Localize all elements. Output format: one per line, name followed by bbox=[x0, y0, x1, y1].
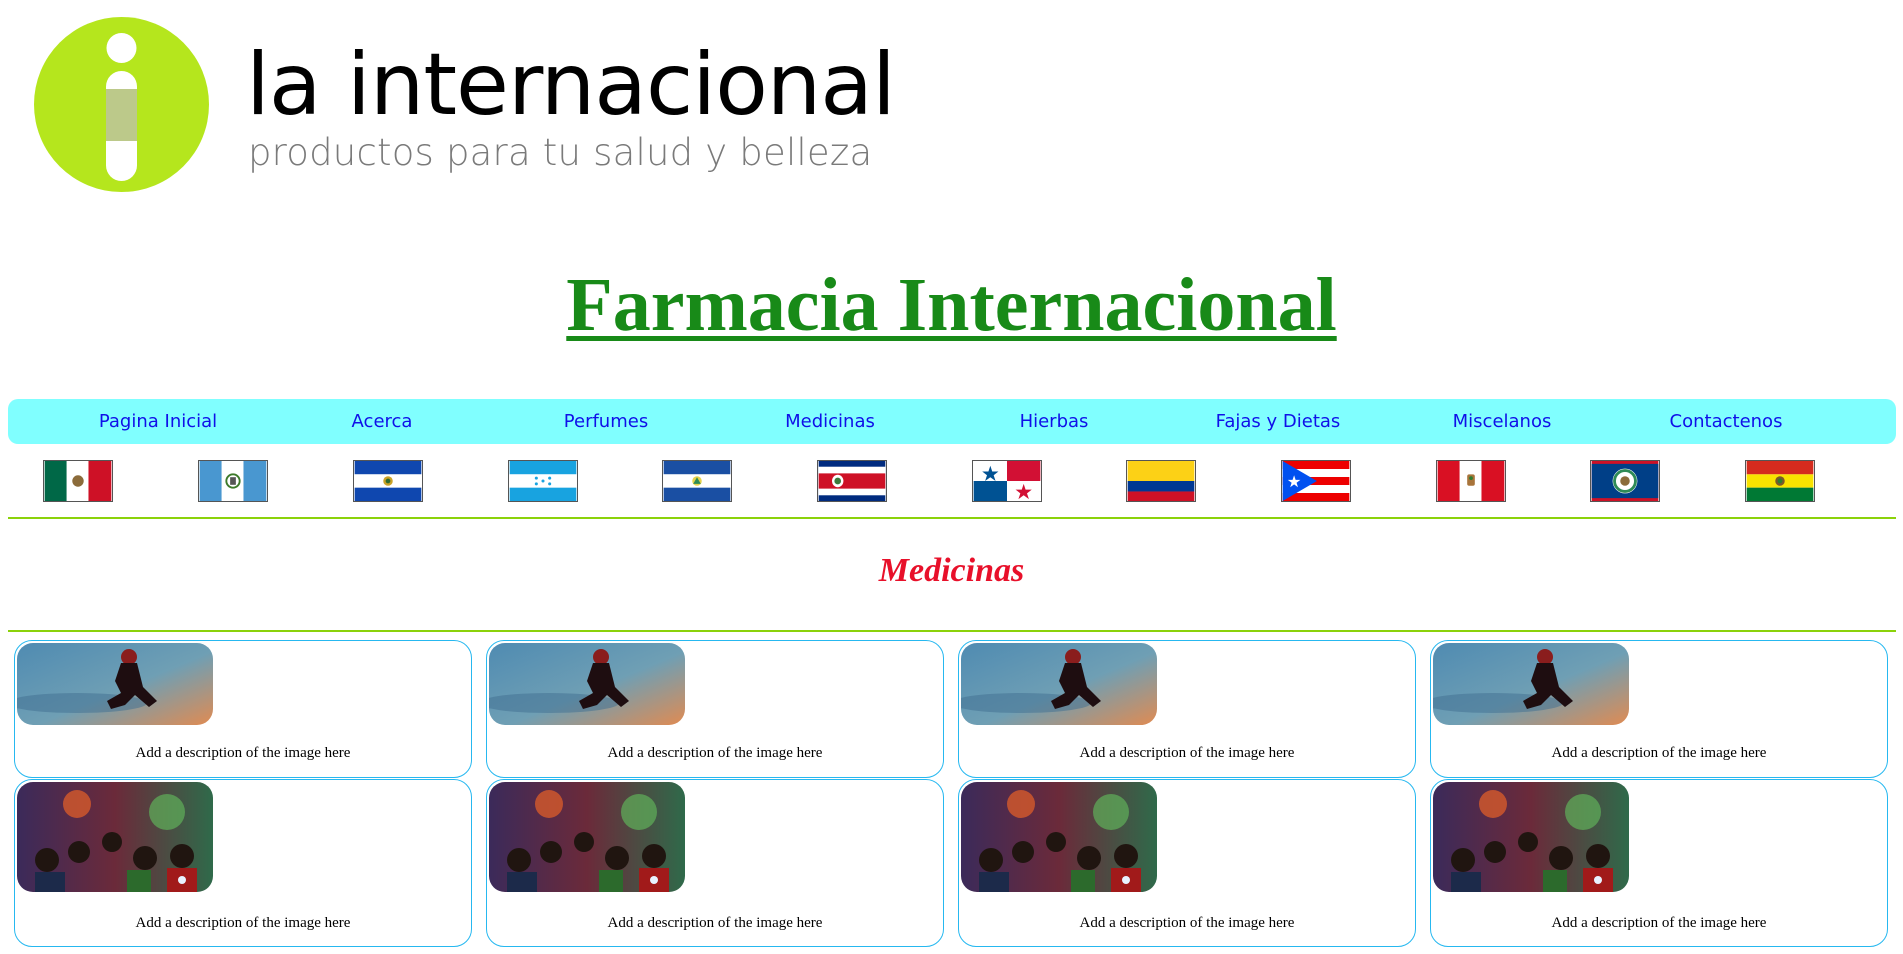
panama-flag[interactable] bbox=[972, 460, 1042, 502]
image-description: Add a description of the image here bbox=[1551, 745, 1767, 761]
site-logo[interactable]: la internacional productos para tu salud… bbox=[34, 17, 896, 192]
gallery-card: Add a description of the image here bbox=[14, 640, 472, 778]
brand-name: la internacional bbox=[246, 35, 896, 135]
nav-fajas-y-dietas[interactable]: Fajas y Dietas bbox=[1163, 399, 1393, 444]
info-logo-icon bbox=[34, 17, 209, 192]
mexico-flag[interactable] bbox=[43, 460, 113, 502]
colombia-flag[interactable] bbox=[1126, 460, 1196, 502]
nav-medicinas[interactable]: Medicinas bbox=[715, 399, 945, 444]
spiderman-sunset-image[interactable] bbox=[961, 643, 1157, 725]
image-description: Add a description of the image here bbox=[607, 915, 823, 931]
site-title: Farmacia Internacional bbox=[0, 262, 1903, 348]
gallery-card: Add a description of the image here bbox=[1430, 779, 1888, 947]
image-description: Add a description of the image here bbox=[607, 745, 823, 761]
image-description: Add a description of the image here bbox=[1079, 915, 1295, 931]
avengers-poster-image[interactable] bbox=[1433, 782, 1629, 892]
nav-miscelanos[interactable]: Miscelanos bbox=[1387, 399, 1617, 444]
guatemala-flag[interactable] bbox=[198, 460, 268, 502]
image-description: Add a description of the image here bbox=[135, 915, 351, 931]
gallery-card: Add a description of the image here bbox=[486, 640, 944, 778]
spiderman-sunset-image[interactable] bbox=[489, 643, 685, 725]
nav-hierbas[interactable]: Hierbas bbox=[939, 399, 1169, 444]
image-description: Add a description of the image here bbox=[1551, 915, 1767, 931]
nicaragua-flag[interactable] bbox=[662, 460, 732, 502]
site-title-link[interactable]: Farmacia Internacional bbox=[566, 263, 1336, 347]
peru-flag[interactable] bbox=[1436, 460, 1506, 502]
main-nav: Pagina Inicial Acerca Perfumes Medicinas… bbox=[8, 399, 1896, 444]
el-salvador-flag[interactable] bbox=[353, 460, 423, 502]
image-description: Add a description of the image here bbox=[135, 745, 351, 761]
avengers-poster-image[interactable] bbox=[17, 782, 213, 892]
bolivia-flag[interactable] bbox=[1745, 460, 1815, 502]
brand-tagline: productos para tu salud y belleza bbox=[248, 131, 873, 174]
gallery-card: Add a description of the image here bbox=[486, 779, 944, 947]
gallery-card: Add a description of the image here bbox=[958, 640, 1416, 778]
nav-contactenos[interactable]: Contactenos bbox=[1611, 399, 1841, 444]
spiderman-sunset-image[interactable] bbox=[17, 643, 213, 725]
section-title: Medicinas bbox=[878, 552, 1025, 589]
divider-bottom bbox=[8, 630, 1896, 632]
divider-top bbox=[8, 517, 1896, 519]
gallery-card: Add a description of the image here bbox=[1430, 640, 1888, 778]
image-description: Add a description of the image here bbox=[1079, 745, 1295, 761]
puerto-rico-flag[interactable] bbox=[1281, 460, 1351, 502]
costa-rica-flag[interactable] bbox=[817, 460, 887, 502]
nav-perfumes[interactable]: Perfumes bbox=[491, 399, 721, 444]
nav-acerca[interactable]: Acerca bbox=[267, 399, 497, 444]
honduras-flag[interactable] bbox=[508, 460, 578, 502]
spiderman-sunset-image[interactable] bbox=[1433, 643, 1629, 725]
gallery-card: Add a description of the image here bbox=[958, 779, 1416, 947]
belize-flag[interactable] bbox=[1590, 460, 1660, 502]
avengers-poster-image[interactable] bbox=[489, 782, 685, 892]
gallery-card: Add a description of the image here bbox=[14, 779, 472, 947]
avengers-poster-image[interactable] bbox=[961, 782, 1157, 892]
nav-pagina-inicial[interactable]: Pagina Inicial bbox=[43, 399, 273, 444]
